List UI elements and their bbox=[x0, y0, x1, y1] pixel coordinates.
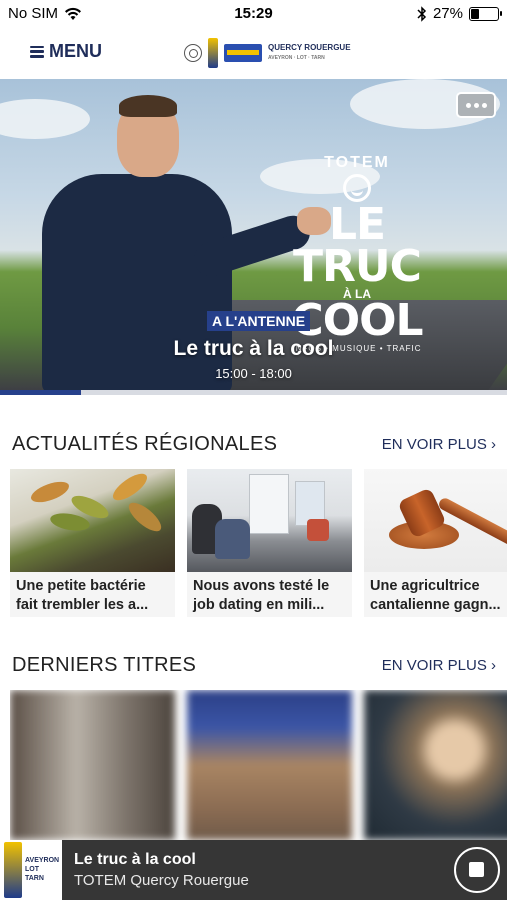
smiley-icon bbox=[343, 174, 371, 202]
dot-icon bbox=[481, 102, 487, 108]
titles-more-link[interactable]: EN VOIR PLUS › bbox=[382, 657, 496, 674]
stop-icon bbox=[469, 862, 484, 877]
titles-carousel[interactable] bbox=[10, 690, 507, 840]
titles-section-title: DERNIERS TITRES bbox=[12, 654, 197, 676]
top-nav: MENU QUERCY ROUERGUE AVEYRON · LOT · TAR… bbox=[0, 28, 507, 78]
stop-button[interactable] bbox=[454, 847, 500, 893]
album-cover[interactable] bbox=[364, 690, 507, 840]
news-card[interactable]: Nous avons testé le job dating en mili..… bbox=[187, 469, 352, 617]
show-title: Le truc à la cool bbox=[173, 337, 334, 360]
mini-player[interactable]: AVEYRON LOT TARN Le truc à la cool TOTEM… bbox=[0, 840, 507, 900]
album-cover[interactable] bbox=[187, 690, 352, 840]
show-progress-fill bbox=[0, 390, 82, 395]
logo-badge bbox=[224, 44, 262, 62]
titles-section-header: DERNIERS TITRES EN VOIR PLUS › bbox=[12, 652, 502, 682]
news-section-title: ACTUALITÉS RÉGIONALES bbox=[12, 433, 278, 455]
battery-fill bbox=[471, 8, 479, 19]
cover-text: AVEYRON LOT TARN bbox=[25, 857, 60, 882]
dot-icon bbox=[465, 102, 471, 108]
battery-icon bbox=[469, 6, 502, 21]
player-track-title: Le truc à la cool bbox=[74, 851, 196, 868]
news-section-header: ACTUALITÉS RÉGIONALES EN VOIR PLUS › bbox=[12, 431, 502, 461]
station-logo[interactable]: QUERCY ROUERGUE AVEYRON · LOT · TARN bbox=[184, 36, 351, 70]
accessibility-icon bbox=[184, 44, 202, 62]
status-right: 27% bbox=[417, 5, 502, 22]
news-caption: Une petite bactérie fait trembler les a.… bbox=[16, 578, 149, 613]
news-image-gavel bbox=[364, 469, 507, 572]
player-cover: AVEYRON LOT TARN bbox=[0, 840, 62, 900]
menu-button[interactable]: MENU bbox=[30, 41, 102, 62]
show-progress-bar bbox=[0, 390, 507, 395]
album-cover[interactable] bbox=[10, 690, 175, 840]
on-air-badge: A L'ANTENNE bbox=[207, 311, 311, 331]
news-image-room bbox=[187, 469, 352, 572]
menu-label: MENU bbox=[49, 41, 102, 61]
totem-logo-icon bbox=[4, 842, 22, 898]
news-card[interactable]: Une agricultrice cantalienne gagn... bbox=[364, 469, 507, 617]
totem-logo-icon bbox=[208, 38, 218, 68]
news-card[interactable]: Une petite bactérie fait trembler les a.… bbox=[10, 469, 175, 617]
battery-percent: 27% bbox=[432, 5, 463, 22]
bluetooth-icon bbox=[417, 5, 427, 22]
news-more-link[interactable]: EN VOIR PLUS › bbox=[382, 436, 496, 453]
hamburger-icon bbox=[30, 45, 44, 58]
show-time: 15:00 - 18:00 bbox=[215, 366, 292, 381]
status-bar: No SIM 15:29 27% bbox=[0, 0, 507, 28]
news-image-plant bbox=[10, 469, 175, 572]
player-station-name: TOTEM Quercy Rouergue bbox=[74, 872, 249, 889]
news-carousel[interactable]: Une petite bactérie fait trembler les a.… bbox=[10, 469, 507, 617]
news-caption: Nous avons testé le job dating en mili..… bbox=[193, 578, 330, 613]
logo-text: QUERCY ROUERGUE AVEYRON · LOT · TARN bbox=[268, 43, 351, 61]
hero-banner[interactable]: TOTEM LE TRUC À LA COOL INFOS • MUSIQUE … bbox=[0, 79, 507, 390]
news-caption: Une agricultrice cantalienne gagn... bbox=[370, 578, 501, 613]
dot-icon bbox=[473, 102, 479, 108]
more-options-button[interactable] bbox=[456, 92, 496, 118]
